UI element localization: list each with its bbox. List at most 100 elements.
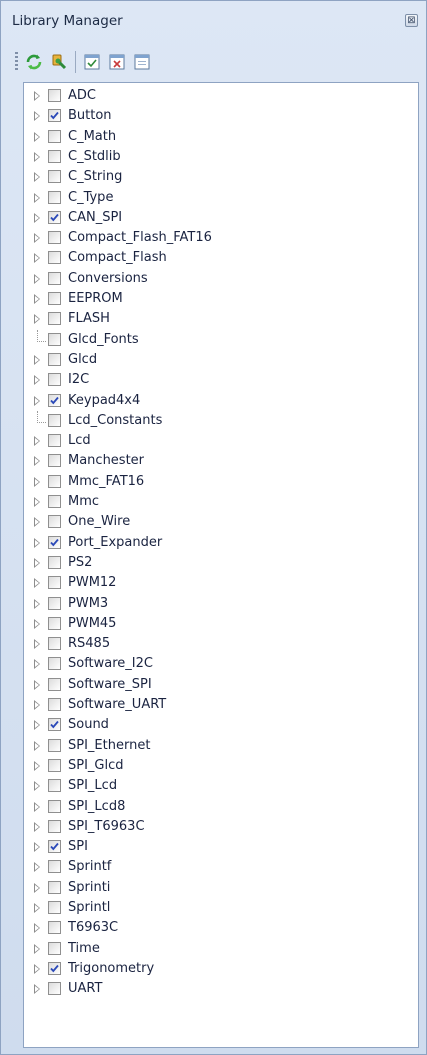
tree-row[interactable]: Button — [24, 106, 418, 126]
expand-arrow-icon[interactable] — [34, 192, 40, 203]
expand-arrow-icon[interactable] — [34, 497, 40, 507]
toolbar-grip[interactable] — [15, 52, 18, 72]
library-checkbox[interactable] — [48, 413, 61, 427]
tree-row[interactable]: One_Wire — [24, 512, 418, 532]
close-icon[interactable]: ⊠ — [405, 14, 418, 27]
unchecked-page-icon[interactable] — [106, 51, 128, 73]
expand-arrow-icon[interactable] — [34, 842, 40, 853]
library-checkbox[interactable] — [48, 312, 61, 326]
library-checkbox[interactable] — [48, 779, 61, 793]
expand-arrow-icon[interactable] — [34, 456, 40, 467]
tree-row[interactable]: Sound — [24, 715, 418, 735]
expand-arrow-icon[interactable] — [34, 294, 40, 304]
expand-arrow-icon[interactable] — [34, 557, 40, 568]
expand-arrow-icon[interactable] — [34, 781, 40, 792]
library-checkbox[interactable] — [48, 109, 61, 123]
tree-row[interactable]: Software_UART — [24, 695, 418, 715]
library-checkbox[interactable] — [48, 373, 61, 387]
tree-row[interactable]: SPI — [24, 837, 418, 857]
library-checkbox[interactable] — [48, 251, 61, 265]
expand-arrow-icon[interactable] — [34, 151, 40, 162]
tree-row[interactable]: Sprintl — [24, 898, 418, 918]
tree-row[interactable]: Lcd_Constants — [24, 410, 418, 431]
tree-row[interactable]: Sprinti — [24, 878, 418, 898]
tree-row[interactable]: Compact_Flash_FAT16 — [24, 228, 418, 248]
expand-arrow-icon[interactable] — [34, 111, 40, 122]
tree-row[interactable]: Sprintf — [24, 857, 418, 877]
tree-row[interactable]: C_String — [24, 167, 418, 187]
expand-arrow-icon[interactable] — [34, 984, 40, 995]
tree-row[interactable]: Software_SPI — [24, 675, 418, 695]
expand-arrow-icon[interactable] — [34, 862, 40, 873]
library-checkbox[interactable] — [48, 170, 61, 184]
tree-row[interactable]: SPI_Glcd — [24, 756, 418, 776]
tree-row[interactable]: ADC — [24, 86, 418, 106]
library-checkbox[interactable] — [48, 718, 61, 732]
expand-arrow-icon[interactable] — [34, 314, 40, 325]
tree-row[interactable]: C_Type — [24, 188, 418, 208]
tree-row[interactable]: PWM45 — [24, 614, 418, 634]
library-checkbox[interactable] — [48, 961, 61, 975]
library-checkbox[interactable] — [48, 799, 61, 813]
expand-arrow-icon[interactable] — [34, 639, 40, 650]
expand-arrow-icon[interactable] — [34, 700, 40, 710]
library-checkbox[interactable] — [48, 698, 61, 711]
expand-arrow-icon[interactable] — [34, 476, 40, 487]
library-checkbox[interactable] — [48, 901, 61, 914]
expand-arrow-icon[interactable] — [34, 354, 40, 365]
tree-row[interactable]: Manchester — [24, 451, 418, 471]
tree-row[interactable]: Conversions — [24, 269, 418, 289]
library-checkbox[interactable] — [48, 474, 61, 488]
tree-row[interactable]: C_Stdlib — [24, 147, 418, 167]
expand-arrow-icon[interactable] — [34, 598, 40, 609]
expand-arrow-icon[interactable] — [34, 618, 40, 629]
library-checkbox[interactable] — [48, 535, 61, 549]
library-checkbox[interactable] — [48, 738, 61, 752]
library-checkbox[interactable] — [48, 576, 61, 590]
library-checkbox[interactable] — [48, 495, 61, 508]
page-icon[interactable] — [131, 51, 153, 73]
expand-arrow-icon[interactable] — [34, 172, 40, 183]
library-checkbox[interactable] — [48, 677, 61, 691]
library-tree[interactable]: ADC Button C_Math C_Stdlib C_String C_Type CAN… — [23, 82, 419, 1048]
library-icon[interactable] — [48, 51, 70, 73]
expand-arrow-icon[interactable] — [34, 273, 40, 284]
expand-arrow-icon[interactable] — [34, 537, 40, 548]
library-checkbox[interactable] — [48, 596, 61, 610]
tree-row[interactable]: Mmc — [24, 492, 418, 512]
library-checkbox[interactable] — [48, 758, 61, 772]
tree-row[interactable]: Lcd — [24, 431, 418, 451]
expand-arrow-icon[interactable] — [34, 578, 40, 589]
library-checkbox[interactable] — [48, 231, 61, 245]
tree-row[interactable]: Software_I2C — [24, 654, 418, 674]
library-checkbox[interactable] — [48, 129, 61, 143]
tree-row[interactable]: Glcd — [24, 350, 418, 370]
expand-arrow-icon[interactable] — [34, 720, 40, 731]
refresh-icon[interactable] — [23, 51, 45, 73]
tree-row[interactable]: SPI_T6963C — [24, 817, 418, 837]
expand-arrow-icon[interactable] — [34, 253, 40, 264]
library-checkbox[interactable] — [48, 555, 61, 569]
expand-arrow-icon[interactable] — [34, 760, 40, 771]
expand-arrow-icon[interactable] — [34, 740, 40, 751]
library-checkbox[interactable] — [48, 393, 61, 407]
library-checkbox[interactable] — [48, 921, 61, 935]
tree-row[interactable]: Trigonometry — [24, 959, 418, 979]
library-checkbox[interactable] — [48, 819, 61, 833]
checked-page-icon[interactable] — [81, 51, 103, 73]
expand-arrow-icon[interactable] — [34, 801, 40, 812]
expand-arrow-icon[interactable] — [34, 436, 40, 447]
expand-arrow-icon[interactable] — [34, 659, 40, 670]
expand-arrow-icon[interactable] — [34, 821, 40, 832]
library-checkbox[interactable] — [48, 454, 61, 468]
tree-row[interactable]: UART — [24, 979, 418, 999]
tree-row[interactable]: FLASH — [24, 309, 418, 329]
expand-arrow-icon[interactable] — [34, 375, 40, 386]
expand-arrow-icon[interactable] — [34, 517, 40, 528]
library-checkbox[interactable] — [48, 840, 61, 854]
tree-row[interactable]: Mmc_FAT16 — [24, 472, 418, 492]
tree-row[interactable]: Glcd_Fonts — [24, 329, 418, 350]
expand-arrow-icon[interactable] — [34, 882, 40, 893]
tree-row[interactable]: T6963C — [24, 918, 418, 938]
tree-row[interactable]: RS485 — [24, 634, 418, 654]
